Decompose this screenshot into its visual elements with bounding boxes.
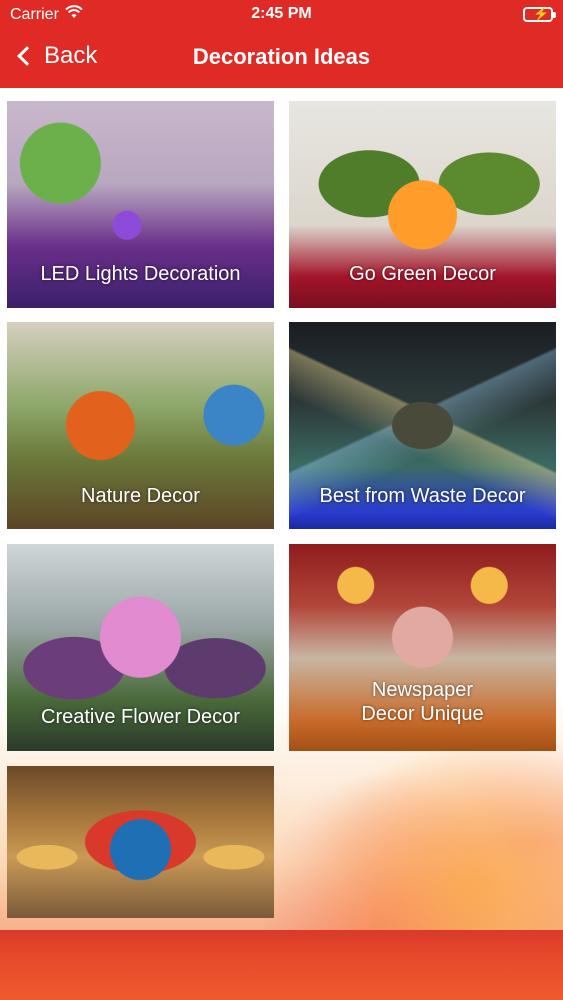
card-caption: LED Lights Decoration (40, 263, 241, 285)
top-bar: Carrier 2:45 PM ⚡ Back Decoration Ideas (0, 0, 563, 88)
card-caption: Nature Decor (81, 485, 200, 507)
navigation-bar: Back Decoration Ideas (0, 30, 563, 88)
card-caption: Newspaper Decor Unique (361, 679, 484, 725)
temple-decor-image (7, 766, 274, 918)
charging-bolt-icon: ⚡ (533, 6, 550, 21)
decoration-card-nature[interactable]: Nature Decor (7, 322, 274, 529)
decoration-card-newspaper[interactable]: Newspaper Decor Unique (289, 544, 556, 751)
decoration-card-go-green[interactable]: Go Green Decor (289, 101, 556, 308)
decoration-card-led-lights[interactable]: LED Lights Decoration (7, 101, 274, 308)
battery-icon: ⚡ (523, 6, 556, 22)
decoration-card-temple[interactable] (7, 766, 274, 918)
card-caption: Best from Waste Decor (319, 485, 526, 507)
bottom-banner (0, 930, 563, 1000)
page-title: Decoration Ideas (192, 44, 371, 69)
decoration-grid-area: LED Lights Decoration Go Green Decor Nat… (0, 88, 563, 930)
decoration-card-best-from-waste[interactable]: Best from Waste Decor (289, 322, 556, 529)
card-caption: Creative Flower Decor (41, 706, 240, 728)
status-time: 2:45 PM (251, 5, 312, 22)
card-caption: Go Green Decor (349, 263, 496, 285)
status-bar: Carrier 2:45 PM ⚡ (0, 0, 563, 30)
decoration-card-creative-flower[interactable]: Creative Flower Decor (7, 544, 274, 751)
